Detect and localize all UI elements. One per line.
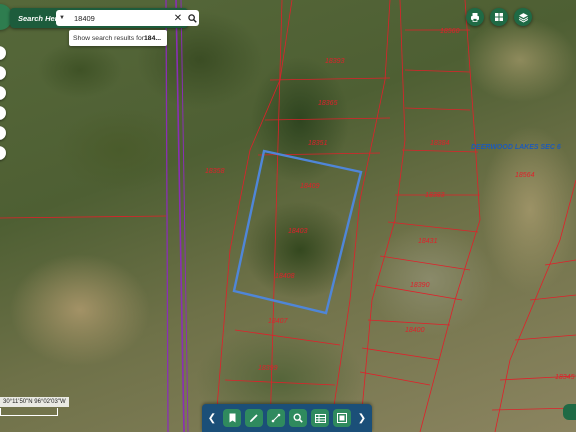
parcel-label: 18393 xyxy=(325,58,345,65)
close-icon[interactable]: ✕ xyxy=(171,13,185,24)
parcel-label: 18351 xyxy=(308,140,328,147)
parcel-label: 18431 xyxy=(418,238,438,245)
suggestion-term: 184... xyxy=(144,34,162,42)
parcel-label: 18399 xyxy=(258,365,278,372)
scale-bar xyxy=(0,408,58,416)
parcel-label: 18384 xyxy=(430,140,450,147)
suggestion-prefix: Show search results for xyxy=(73,34,145,42)
measure-icon[interactable] xyxy=(267,409,285,427)
parcel-label: 18390 xyxy=(410,282,430,289)
search-box: Search Here: ▼ ✕ xyxy=(10,8,199,28)
coordinates-readout: 30°11'50"N 96°02'03"W xyxy=(0,397,69,407)
parcel-label: 18564 xyxy=(515,172,535,179)
parcel-label: 18409 xyxy=(300,183,320,190)
caret-down-icon[interactable]: ▼ xyxy=(56,15,68,21)
subdivision-label: DEERWOOD LAKES SEC 6 xyxy=(471,144,561,151)
parcel-label: 18560 xyxy=(440,28,460,35)
search-field: ▼ ✕ xyxy=(56,10,199,26)
search-icon[interactable] xyxy=(185,11,199,25)
parcel-label: 18383 xyxy=(425,192,445,199)
search-label: Search Here: xyxy=(18,13,65,23)
draw-icon[interactable] xyxy=(245,409,263,427)
parcel-label: 18403 xyxy=(288,228,308,235)
selection-icon[interactable] xyxy=(333,409,351,427)
chevron-left-icon[interactable]: ❮ xyxy=(206,413,218,424)
print-icon[interactable] xyxy=(466,8,484,26)
table-icon[interactable] xyxy=(311,409,329,427)
chevron-right-icon[interactable]: ❯ xyxy=(356,413,368,424)
parcel-label: 18345 xyxy=(555,374,575,381)
grid-icon[interactable] xyxy=(490,8,508,26)
zoom-search-icon[interactable] xyxy=(289,409,307,427)
parcel-label: 18365 xyxy=(318,100,338,107)
bookmark-icon[interactable] xyxy=(223,409,241,427)
layers-icon[interactable] xyxy=(514,8,532,26)
parcel-label: 18400 xyxy=(405,327,425,334)
parcel-overlay xyxy=(0,0,576,432)
search-suggestion[interactable]: Show search results for 184... xyxy=(69,30,167,46)
bottom-toolbar: ❮ ❯ xyxy=(202,404,372,432)
parcel-label: 18407 xyxy=(268,318,288,325)
parcel-label: 18358 xyxy=(205,168,225,175)
aerial-map[interactable]: 18409 18358 18365 18351 18393 18384 1838… xyxy=(0,0,576,432)
parcel-label: 18408 xyxy=(275,273,295,280)
search-input[interactable] xyxy=(68,11,171,25)
map-corner-button[interactable] xyxy=(563,404,576,420)
